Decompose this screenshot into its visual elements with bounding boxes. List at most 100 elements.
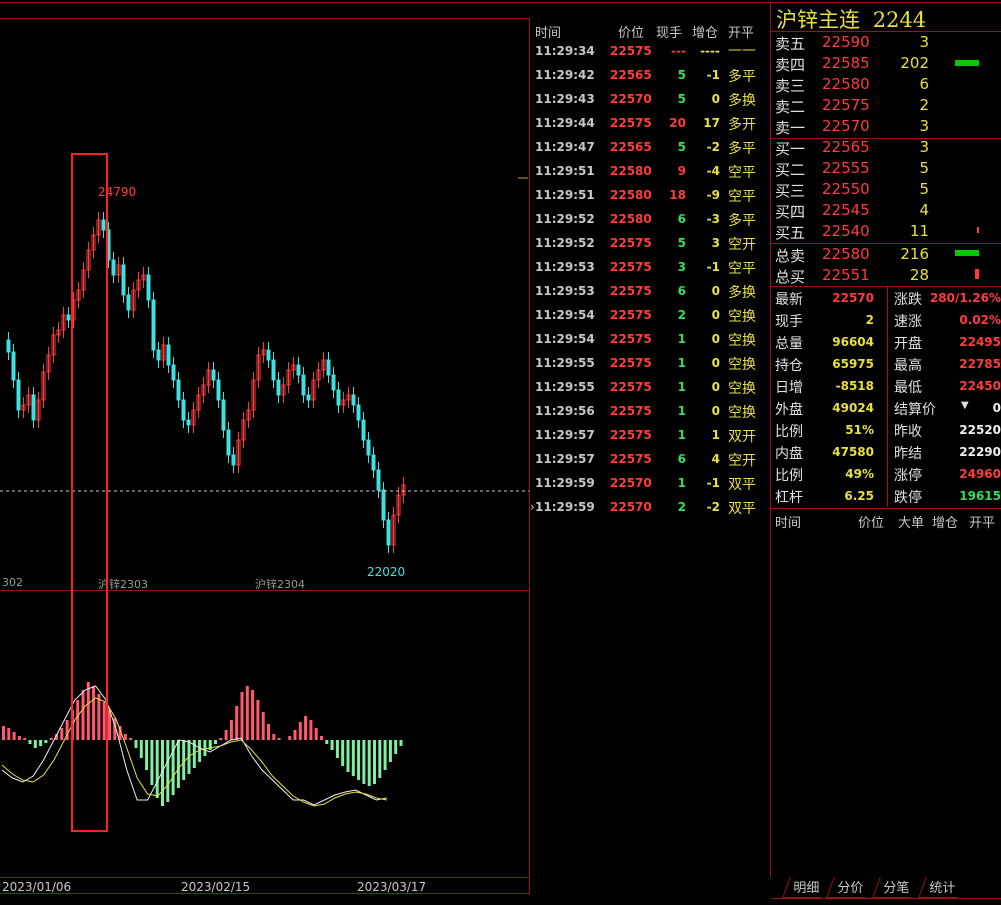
tick-volume: 9: [677, 164, 686, 178]
stat-label: 跌停: [894, 490, 922, 506]
macd-bar: [341, 740, 345, 766]
macd-bar: [272, 734, 276, 740]
tab-detail[interactable]: 明细: [782, 877, 829, 898]
macd-bar: [39, 740, 43, 746]
instrument-name: 沪锌主连: [776, 8, 860, 32]
total-buy-bar: [975, 269, 979, 279]
level-volume: 4: [919, 201, 929, 219]
tick-row[interactable]: 11:29:59 22570 2 -2 双平: [530, 498, 770, 522]
tick-price: 22570: [610, 476, 652, 490]
tick-volume: 6: [677, 284, 686, 298]
level-label: 卖四: [775, 56, 806, 74]
stat-value: 0.02%: [959, 313, 1001, 327]
tab-trades[interactable]: 分笔: [872, 877, 919, 898]
tab-statistics[interactable]: 统计: [918, 877, 965, 898]
tick-row[interactable]: 11:29:54 22575 2 0 空换: [530, 306, 770, 330]
candle-body: [356, 404, 361, 421]
macd-bar: [288, 736, 292, 740]
stat-value: 24960: [959, 467, 1001, 481]
tick-volume: 1: [677, 404, 686, 418]
level-volume: 11: [909, 222, 929, 240]
tick-row[interactable]: 11:29:51 22580 9 -4 空平: [530, 162, 770, 186]
ask-level: 卖二 22575 2: [772, 96, 1001, 117]
tick-row[interactable]: 11:29:54 22575 1 0 空换: [530, 330, 770, 354]
tick-row[interactable]: 11:29:43 22570 5 0 多换: [530, 90, 770, 114]
tick-row[interactable]: 11:29:55 22575 1 0 空换: [530, 378, 770, 402]
macd-bar: [2, 726, 5, 740]
macd-bar: [28, 740, 32, 744]
contract-label-3: 沪锌2304: [255, 578, 305, 591]
stat-label: 涨停: [894, 468, 922, 484]
macd-bar: [320, 736, 323, 740]
tick-oi-change: -1: [706, 68, 720, 82]
macd-line: [1, 685, 387, 806]
candle-body: [381, 489, 386, 521]
tick-row[interactable]: 11:29:59 22570 1 -1 双平: [530, 474, 770, 498]
tick-row[interactable]: 11:29:52 22575 5 3 空开: [530, 234, 770, 258]
stat-value: 19615: [959, 489, 1001, 503]
tick-time: 11:29:47: [535, 140, 595, 154]
tab-price-split[interactable]: 分价: [826, 877, 873, 898]
tick-oi-change: 0: [711, 356, 720, 370]
tick-price: 22575: [610, 428, 652, 442]
macd-bar: [155, 740, 159, 798]
level-volume: 3: [919, 138, 929, 156]
tick-time: 11:29:42: [535, 68, 595, 82]
stat-label: 总量: [775, 336, 803, 352]
tick-time: 11:29:52: [535, 236, 595, 250]
macd-bar: [23, 738, 27, 740]
tick-oi-change: -2: [706, 500, 720, 514]
tick-oi-change: 17: [703, 116, 720, 130]
tick-row[interactable]: 11:29:55 22575 1 0 空换: [530, 354, 770, 378]
macd-bar: [139, 740, 143, 758]
tick-row[interactable]: 11:29:56 22575 1 0 空换: [530, 402, 770, 426]
level-volume: 216: [900, 245, 929, 263]
macd-bar: [298, 722, 302, 740]
bid-level: 买三 22550 5: [772, 180, 1001, 201]
dropdown-arrow-icon[interactable]: ▼: [961, 400, 969, 411]
candle-body: [31, 394, 36, 421]
tick-oi-change: 0: [711, 404, 720, 418]
macd-bar: [203, 740, 207, 756]
tick-row[interactable]: 11:29:57 22575 6 4 空开: [530, 450, 770, 474]
tick-header-price: 价位: [618, 26, 645, 41]
tick-price: 22565: [610, 140, 652, 154]
stat-label: 内盘: [775, 446, 803, 462]
tick-oi-change: -3: [706, 212, 720, 226]
tick-direction: 空平: [728, 261, 756, 277]
candle-body: [181, 399, 186, 421]
level-volume: 202: [900, 54, 929, 72]
total-sell-bar: [955, 250, 979, 256]
tick-row[interactable]: 11:29:44 22575 20 17 多开: [530, 114, 770, 138]
tick-volume: 1: [677, 380, 686, 394]
macd-bar: [182, 740, 186, 780]
macd-bar: [17, 736, 21, 740]
candle-body: [276, 379, 281, 396]
candle-body: [226, 429, 231, 456]
tick-row[interactable]: 11:29:57 22575 1 1 双开: [530, 426, 770, 450]
tick-row[interactable]: 11:29:47 22565 5 -2 多平: [530, 138, 770, 162]
tick-list-header: 时间 价位 现手 增仓 开平: [530, 22, 770, 42]
tick-row[interactable]: 11:29:34 22575 --- ---- ——: [530, 42, 770, 66]
tick-row[interactable]: 11:29:53 22575 3 -1 空平: [530, 258, 770, 282]
tick-oi-change: 1: [711, 428, 720, 442]
stat-label: 最新: [775, 292, 803, 308]
tick-price: 22575: [610, 116, 652, 130]
stat-value: 22785: [959, 357, 1001, 371]
candle-body: [121, 264, 126, 296]
candle-body: [301, 374, 306, 396]
tick-row[interactable]: 11:29:52 22580 6 -3 多平: [530, 210, 770, 234]
macd-bar: [314, 728, 318, 740]
macd-bar: [235, 706, 239, 740]
tick-row[interactable]: 11:29:42 22565 5 -1 多平: [530, 66, 770, 90]
macd-bar: [245, 686, 249, 740]
tick-row[interactable]: 11:29:51 22580 18 -9 空平: [530, 186, 770, 210]
tick-row[interactable]: 11:29:53 22575 6 0 多换: [530, 282, 770, 306]
level-price: 22580: [822, 75, 870, 93]
macd-bar: [134, 740, 138, 748]
level-price: 22580: [822, 245, 870, 263]
tick-oi-change: -2: [706, 140, 720, 154]
candle-body: [351, 394, 356, 406]
tick-time: 11:29:34: [535, 44, 595, 58]
tabs-bottom-line: [771, 898, 1001, 899]
